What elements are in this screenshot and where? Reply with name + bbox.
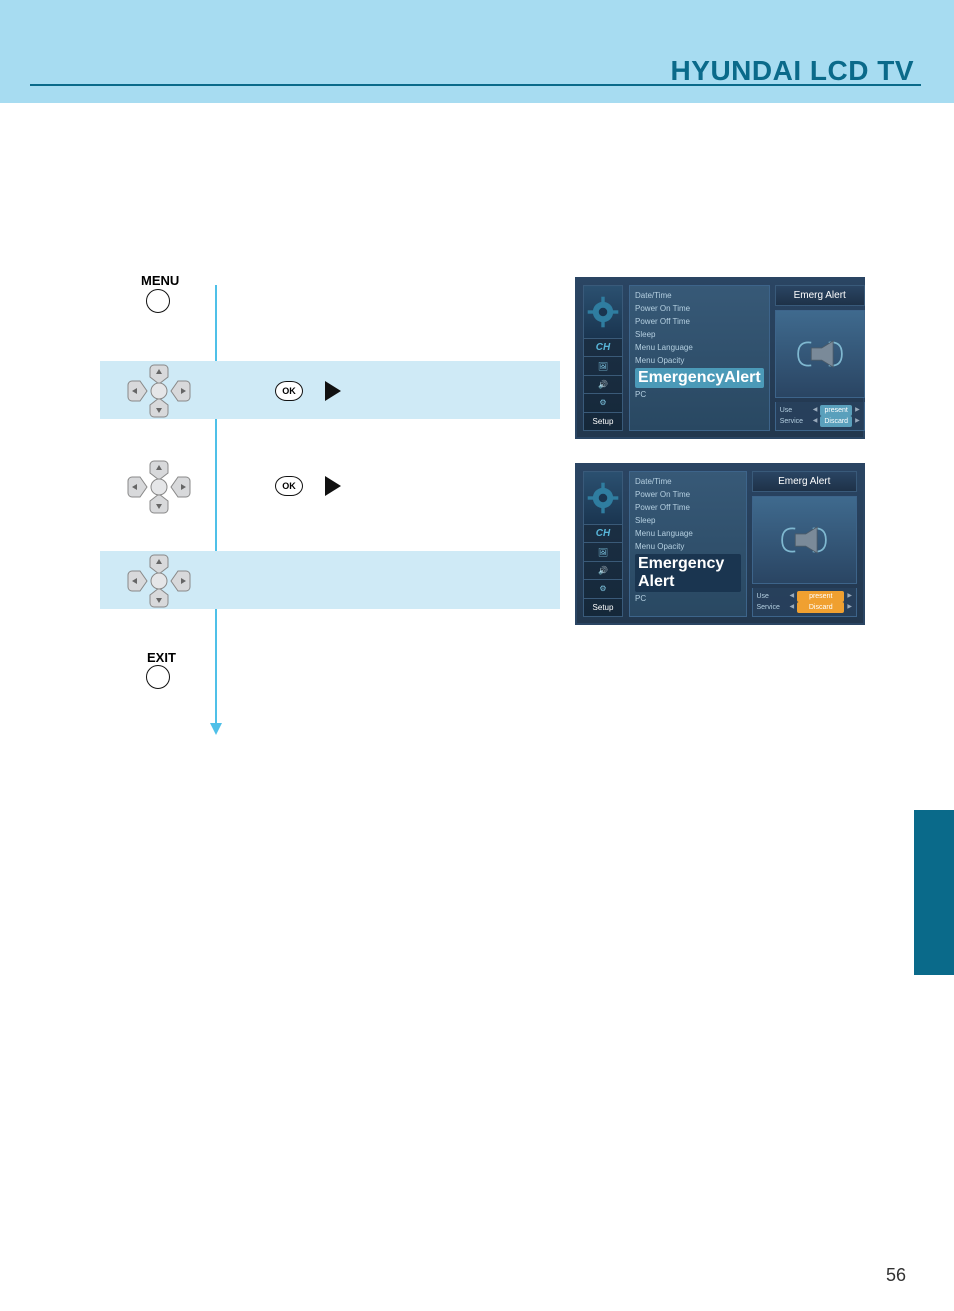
list-item: PC bbox=[635, 389, 764, 401]
page-title: HYUNDAI LCD TV bbox=[671, 55, 914, 87]
sidebar-tab: Setup bbox=[584, 598, 622, 616]
osd-screenshot-1: CH 🖼 🔊 ⚙ Setup Date/Time Power On Time P… bbox=[575, 277, 865, 439]
osd-panel-title: Emerg Alert bbox=[775, 285, 865, 306]
setting-value: present bbox=[797, 591, 844, 602]
ok-button-icon: OK bbox=[275, 381, 303, 401]
osd-menu-list: Date/Time Power On Time Power Off Time S… bbox=[629, 285, 770, 431]
dpad-icon bbox=[124, 553, 194, 614]
setting-label: Use bbox=[780, 405, 810, 416]
menu-button-icon bbox=[146, 289, 170, 313]
list-item: Menu Opacity bbox=[635, 355, 764, 367]
sidebar-tab: ⚙ bbox=[584, 393, 622, 411]
page-number: 56 bbox=[886, 1265, 906, 1286]
list-item: Date/Time bbox=[635, 290, 764, 302]
list-item: Menu Opacity bbox=[635, 541, 741, 553]
setting-row: Service ◀ Discard ▶ bbox=[780, 416, 860, 427]
ok-button-icon: OK bbox=[275, 476, 303, 496]
setting-value: Discard bbox=[797, 602, 844, 613]
left-arrow-icon: ◀ bbox=[813, 416, 818, 427]
setting-value: present bbox=[820, 405, 852, 416]
right-arrow-icon: ▶ bbox=[855, 405, 860, 416]
setting-label: Service bbox=[757, 602, 787, 613]
right-arrow-icon: ▶ bbox=[847, 591, 852, 602]
list-item-selected: Emergency Alert bbox=[635, 554, 741, 592]
menu-label: MENU bbox=[141, 273, 179, 288]
right-arrow-icon bbox=[325, 476, 341, 496]
osd-screenshot-2: CH 🖼 🔊 ⚙ Setup Date/Time Power On Time P… bbox=[575, 463, 865, 625]
gear-icon bbox=[584, 472, 622, 524]
left-arrow-icon: ◀ bbox=[813, 405, 818, 416]
right-arrow-icon: ▶ bbox=[855, 416, 860, 427]
list-item: Power Off Time bbox=[635, 316, 764, 328]
setting-row: Use ◀ present ▶ bbox=[780, 405, 860, 416]
list-item: Date/Time bbox=[635, 476, 741, 488]
sidebar-tab: CH bbox=[584, 524, 622, 542]
setting-label: Use bbox=[757, 591, 787, 602]
osd-settings: Use ◀ present ▶ Service ◀ Discard ▶ bbox=[752, 588, 858, 617]
setting-row: Service ◀ Discard ▶ bbox=[757, 602, 853, 613]
left-arrow-icon: ◀ bbox=[790, 591, 795, 602]
list-item: PC bbox=[635, 593, 741, 605]
sidebar-tab: 🔊 bbox=[584, 561, 622, 579]
osd-panel-title: Emerg Alert bbox=[752, 471, 858, 492]
right-arrow-icon bbox=[325, 381, 341, 401]
sidebar-tab: Setup bbox=[584, 412, 622, 430]
setting-label: Service bbox=[780, 416, 810, 427]
osd-menu-list: Date/Time Power On Time Power Off Time S… bbox=[629, 471, 747, 617]
sidebar-tab: ⚙ bbox=[584, 579, 622, 597]
dpad-icon bbox=[124, 363, 194, 424]
speaker-icon bbox=[775, 310, 865, 398]
flow-arrow-icon bbox=[210, 285, 222, 735]
setting-value: Discard bbox=[820, 416, 852, 427]
header-band bbox=[0, 0, 954, 103]
list-item: Menu Language bbox=[635, 528, 741, 540]
setting-row: Use ◀ present ▶ bbox=[757, 591, 853, 602]
sidebar-tab: 🔊 bbox=[584, 375, 622, 393]
exit-label: EXIT bbox=[147, 650, 176, 665]
right-arrow-icon: ▶ bbox=[847, 602, 852, 613]
list-item: Sleep bbox=[635, 515, 741, 527]
list-item: Menu Language bbox=[635, 342, 764, 354]
dpad-icon bbox=[124, 459, 194, 520]
left-arrow-icon: ◀ bbox=[790, 602, 795, 613]
list-item: Power Off Time bbox=[635, 502, 741, 514]
list-item-selected: EmergencyAlert bbox=[635, 368, 764, 388]
list-item: Power On Time bbox=[635, 489, 741, 501]
gear-icon bbox=[584, 286, 622, 338]
list-item: Sleep bbox=[635, 329, 764, 341]
osd-sidebar: CH 🖼 🔊 ⚙ Setup bbox=[583, 285, 623, 431]
side-tab bbox=[914, 810, 954, 975]
osd-settings: Use ◀ present ▶ Service ◀ Discard ▶ bbox=[775, 402, 865, 431]
speaker-icon bbox=[752, 496, 858, 584]
sidebar-tab: CH bbox=[584, 338, 622, 356]
sidebar-tab: 🖼 bbox=[584, 356, 622, 374]
osd-sidebar: CH 🖼 🔊 ⚙ Setup bbox=[583, 471, 623, 617]
list-item: Power On Time bbox=[635, 303, 764, 315]
exit-button-icon bbox=[146, 665, 170, 689]
sidebar-tab: 🖼 bbox=[584, 542, 622, 560]
